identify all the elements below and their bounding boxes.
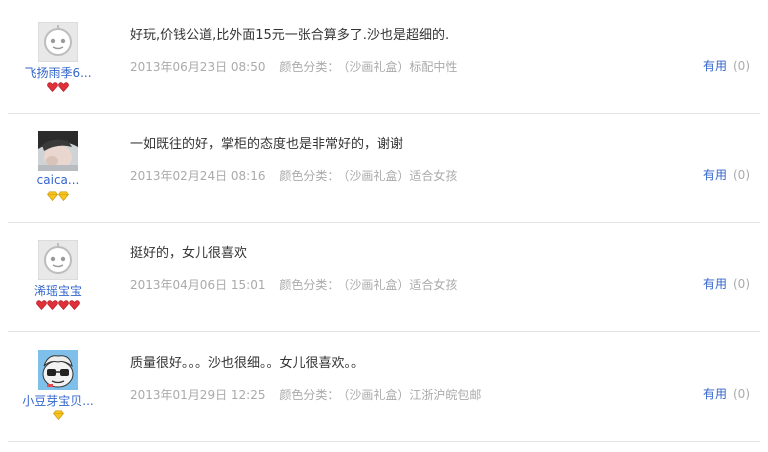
reviewer-info: 浠瑶宝宝	[8, 224, 108, 332]
helpful-control: 有用 (0)	[703, 166, 750, 183]
review-item: 小豆芽宝贝... 质量很好。。。沙也很细。。女儿很喜欢。。 2013年01月29…	[8, 334, 760, 442]
yellow-diamond-icon	[52, 410, 64, 420]
helpful-count: (0)	[733, 387, 750, 401]
color-value: （沙画礼盒）标配中性	[343, 60, 458, 74]
review-comment: 质量很好。。。沙也很细。。女儿很喜欢。。	[130, 356, 365, 371]
reviewer-username[interactable]: 浠瑶宝宝	[8, 282, 108, 299]
default-avatar-icon[interactable]	[38, 240, 78, 280]
red-heart-icon	[69, 300, 80, 310]
helpful-control: 有用 (0)	[703, 275, 750, 292]
red-heart-icon	[47, 82, 58, 92]
reviewer-username[interactable]: 飞扬雨季6...	[8, 64, 108, 81]
red-heart-icon	[47, 300, 58, 310]
reviewer-username[interactable]: 小豆芽宝贝...	[8, 392, 108, 409]
helpful-count: (0)	[733, 59, 750, 73]
review-date: 2013年06月23日 08:50	[130, 60, 266, 74]
yellow-diamond-icon	[47, 191, 58, 201]
color-label: 颜色分类：	[279, 60, 340, 74]
photo-avatar-icon[interactable]	[38, 131, 78, 171]
review-list: 飞扬雨季6... 好玩,价钱公道,比外面15元一张合算多了.沙也是超细的. 20…	[0, 0, 760, 452]
helpful-button[interactable]: 有用	[703, 277, 727, 291]
helpful-count: (0)	[733, 168, 750, 182]
reviewer-info: 小豆芽宝贝...	[8, 334, 108, 442]
review-comment: 一如既往的好，掌柜的态度也是非常好的，谢谢	[130, 137, 404, 152]
default-avatar-icon[interactable]	[38, 22, 78, 62]
reviewer-credit-badges	[8, 410, 108, 420]
review-comment: 挺好的，女儿很喜欢	[130, 246, 248, 261]
helpful-control: 有用 (0)	[703, 57, 750, 74]
red-heart-icon	[36, 300, 47, 310]
review-meta: 2013年04月06日 15:01 颜色分类： （沙画礼盒）适合女孩	[130, 276, 467, 293]
cartoon-avatar-icon[interactable]	[38, 350, 78, 390]
review-date: 2013年01月29日 12:25	[130, 388, 266, 402]
reviewer-username[interactable]: caica...	[8, 173, 108, 187]
reviewer-credit-badges	[8, 300, 108, 310]
color-value: （沙画礼盒）适合女孩	[343, 169, 458, 183]
review-item: 浠瑶宝宝 挺好的，女儿很喜欢 2013年04月06日 15:01 颜色分类： （沙…	[8, 224, 760, 332]
color-label: 颜色分类：	[279, 388, 340, 402]
yellow-diamond-icon	[58, 191, 69, 201]
color-label: 颜色分类：	[279, 169, 340, 183]
red-heart-icon	[58, 82, 69, 92]
helpful-count: (0)	[733, 277, 750, 291]
review-date: 2013年02月24日 08:16	[130, 169, 266, 183]
reviewer-credit-badges	[8, 82, 108, 92]
review-meta: 2013年06月23日 08:50 颜色分类： （沙画礼盒）标配中性	[130, 58, 467, 75]
review-item: caica... 一如既往的好，掌柜的态度也是非常好的，谢谢 2013年02月2…	[8, 115, 760, 223]
review-item: 飞扬雨季6... 好玩,价钱公道,比外面15元一张合算多了.沙也是超细的. 20…	[8, 6, 760, 114]
helpful-button[interactable]: 有用	[703, 168, 727, 182]
review-meta: 2013年02月24日 08:16 颜色分类： （沙画礼盒）适合女孩	[130, 167, 467, 184]
reviewer-credit-badges	[8, 191, 108, 201]
review-date: 2013年04月06日 15:01	[130, 278, 266, 292]
color-label: 颜色分类：	[279, 278, 340, 292]
helpful-button[interactable]: 有用	[703, 59, 727, 73]
reviewer-info: caica...	[8, 115, 108, 223]
review-meta: 2013年01月29日 12:25 颜色分类： （沙画礼盒）江浙沪皖包邮	[130, 386, 491, 403]
review-comment: 好玩,价钱公道,比外面15元一张合算多了.沙也是超细的.	[130, 28, 450, 43]
color-value: （沙画礼盒）江浙沪皖包邮	[343, 388, 482, 402]
helpful-button[interactable]: 有用	[703, 387, 727, 401]
helpful-control: 有用 (0)	[703, 385, 750, 402]
reviewer-info: 飞扬雨季6...	[8, 6, 108, 114]
color-value: （沙画礼盒）适合女孩	[343, 278, 458, 292]
red-heart-icon	[58, 300, 69, 310]
